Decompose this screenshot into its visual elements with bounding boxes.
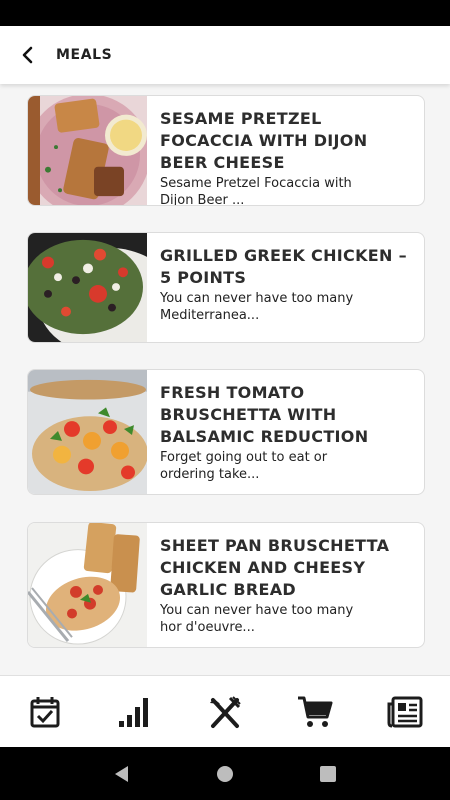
app-header: MEALS — [0, 26, 450, 84]
meal-description: Forget going out to eat or ordering take… — [160, 450, 328, 482]
meal-card[interactable]: Sesame Pretzel Focaccia with Dijon Beer … — [27, 95, 425, 206]
meal-title: Sheet Pan Bruschetta Chicken and Cheesy … — [160, 536, 390, 599]
meal-description: You can never have too many Mediterranea… — [160, 291, 354, 323]
nav-meals[interactable] — [195, 682, 255, 742]
bottom-nav — [0, 675, 450, 747]
meal-description: Sesame Pretzel Focaccia with Dijon Beer … — [160, 176, 352, 206]
meal-list[interactable]: Sesame Pretzel Focaccia with Dijon Beer … — [0, 84, 450, 674]
newspaper-icon — [387, 696, 423, 727]
status-bar — [0, 0, 450, 26]
system-home-button[interactable] — [205, 754, 245, 794]
nav-calendar[interactable] — [15, 682, 75, 742]
meal-title: Fresh Tomato Bruschetta with Balsamic Re… — [160, 383, 369, 446]
chevron-left-icon — [22, 46, 33, 64]
meal-description: You can never have too many hor d'oeuvre… — [160, 603, 354, 635]
nav-cart[interactable] — [285, 682, 345, 742]
nav-stats[interactable] — [105, 682, 165, 742]
system-recents-button[interactable] — [308, 754, 348, 794]
system-navigation-bar — [0, 747, 450, 800]
meal-image — [28, 370, 147, 494]
stats-icon — [119, 697, 148, 727]
meal-title: Grilled Greek Chicken – 5 Points — [160, 246, 407, 287]
square-recents-icon — [320, 765, 337, 782]
meal-card[interactable]: Fresh Tomato Bruschetta with Balsamic Re… — [27, 369, 425, 495]
meal-image — [28, 523, 147, 647]
page-title: MEALS — [56, 47, 113, 63]
cart-icon — [298, 696, 333, 727]
meal-title: Sesame Pretzel Focaccia with Dijon Beer … — [160, 109, 368, 172]
back-button[interactable] — [0, 26, 56, 84]
meal-card[interactable]: Grilled Greek Chicken – 5 Points You can… — [27, 232, 425, 343]
meal-image — [28, 233, 147, 342]
calendar-icon — [30, 696, 60, 727]
utensils-icon — [210, 695, 241, 728]
system-back-button[interactable] — [102, 754, 142, 794]
triangle-back-icon — [114, 765, 128, 782]
meal-image — [28, 96, 147, 205]
meal-card[interactable]: Sheet Pan Bruschetta Chicken and Cheesy … — [27, 522, 425, 648]
nav-news[interactable] — [375, 682, 435, 742]
circle-home-icon — [216, 765, 233, 782]
